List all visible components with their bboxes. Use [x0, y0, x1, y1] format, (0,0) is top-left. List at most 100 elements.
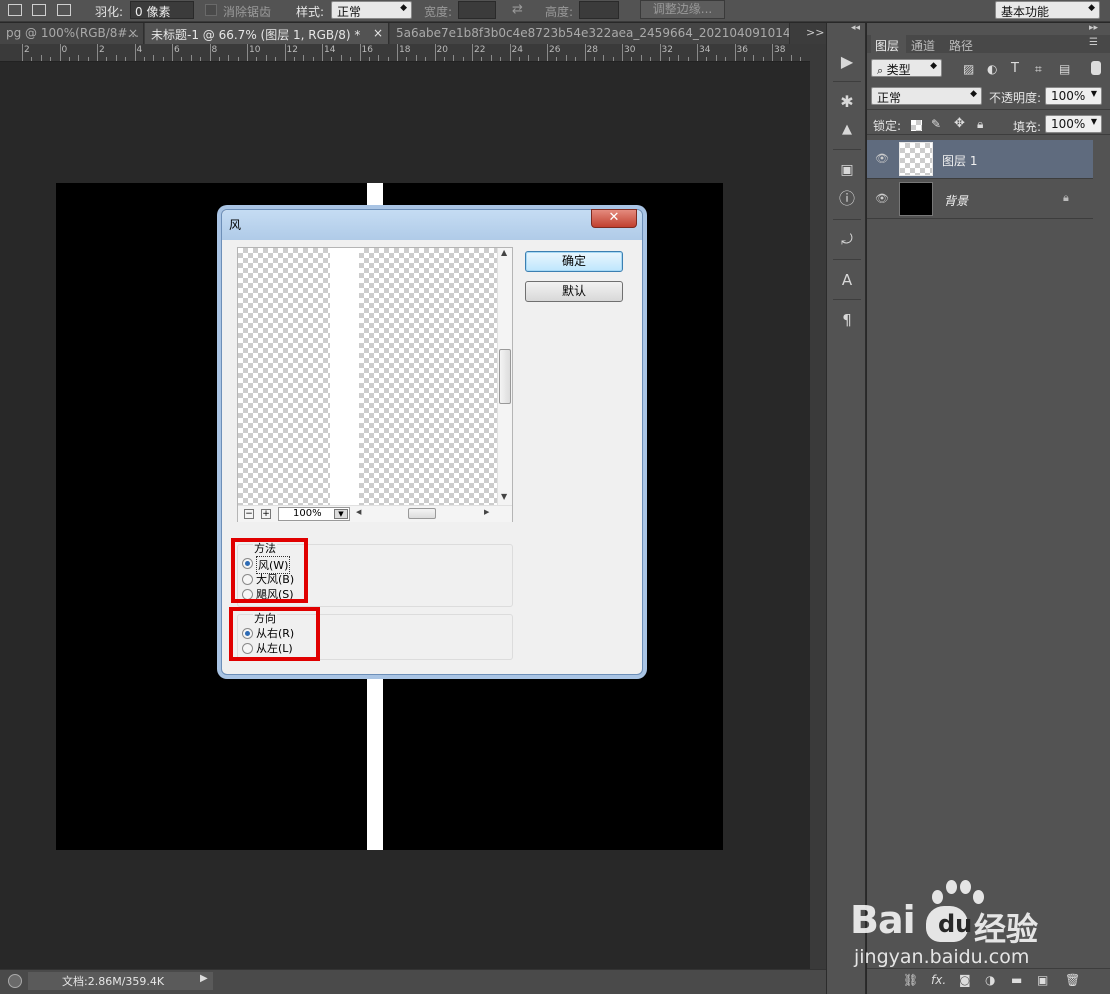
- play-actions-icon[interactable]: ▶: [835, 51, 859, 73]
- ruler-tick: [247, 44, 248, 61]
- ruler-tick: [734, 44, 736, 61]
- ruler-tick: [415, 55, 417, 61]
- status-share-icon[interactable]: [8, 974, 22, 988]
- width-input[interactable]: [458, 1, 496, 19]
- ruler-tick: [528, 55, 530, 61]
- ruler-tick: [715, 55, 717, 61]
- layer-row-layer1[interactable]: 👁︎ 图层 1: [867, 140, 1093, 179]
- new-group-icon[interactable]: ▬: [1011, 973, 1022, 987]
- info-circle-icon[interactable]: ⓘ: [835, 188, 859, 210]
- default-button[interactable]: 默认: [525, 281, 623, 302]
- tab-paths[interactable]: 路径: [949, 37, 973, 54]
- selection-mode-subtract-icon[interactable]: [57, 4, 71, 16]
- filter-toggle-icon[interactable]: [1091, 61, 1101, 75]
- tab-document-1[interactable]: pg @ 100%(RGB/8#... ×: [0, 23, 144, 44]
- paragraph-panel-icon[interactable]: ¶: [835, 309, 859, 331]
- ruler-tick: [593, 57, 595, 61]
- panel-menu-icon[interactable]: ☰: [1089, 37, 1098, 48]
- ruler-tick: [565, 55, 567, 61]
- histogram-icon[interactable]: ▲: [835, 119, 859, 141]
- dialog-titlebar[interactable]: 风 ✕: [222, 209, 642, 240]
- fill-input[interactable]: 100% ▼: [1045, 115, 1102, 133]
- link-layers-icon[interactable]: ⛓︎: [903, 973, 918, 987]
- ruler-label: 38: [774, 45, 786, 55]
- visibility-eye-icon[interactable]: 👁︎: [875, 192, 889, 205]
- info-panel-icon[interactable]: ▣: [835, 159, 859, 181]
- tabs-overflow-icon[interactable]: >>: [806, 26, 824, 39]
- canvas-vertical-scrollbar[interactable]: [810, 44, 826, 969]
- filter-adjustment-icon[interactable]: ◐: [987, 62, 997, 76]
- layer-filter-select[interactable]: ⌕ 类型 ◆: [871, 59, 942, 77]
- tab-layers[interactable]: 图层: [875, 37, 899, 54]
- lock-position-icon[interactable]: ✥: [954, 116, 965, 131]
- layer-name[interactable]: 图层 1: [942, 152, 977, 169]
- zoom-dropdown-icon[interactable]: ▼: [334, 509, 348, 519]
- tab-document-3[interactable]: 5a6abe7e1b8f3b0c4e8723b54e322aea_2459664…: [390, 23, 790, 44]
- lock-all-icon[interactable]: 🔒︎: [977, 117, 983, 132]
- vertical-scroll-thumb[interactable]: [499, 349, 511, 404]
- ruler-tick: [772, 44, 773, 61]
- lock-paint-icon[interactable]: ✎: [931, 117, 941, 131]
- antialias-checkbox[interactable]: [205, 4, 217, 16]
- ruler-tick: [200, 57, 202, 61]
- scroll-left-icon[interactable]: ◀: [356, 508, 361, 516]
- swap-icon[interactable]: ⇄: [512, 2, 523, 17]
- opacity-input[interactable]: 100% ▼: [1045, 87, 1102, 105]
- panel-collapse-arrows-icon[interactable]: ▸▸: [1089, 23, 1098, 33]
- zoom-in-button[interactable]: +: [261, 509, 271, 519]
- selection-mode-new-icon[interactable]: [8, 4, 22, 16]
- filter-image-icon[interactable]: ▨: [963, 62, 974, 76]
- tab-close-icon[interactable]: ×: [373, 26, 383, 40]
- dialog-close-button[interactable]: ✕: [591, 209, 637, 228]
- layer-thumbnail: [899, 182, 933, 216]
- history-icon[interactable]: ⤾: [835, 229, 859, 251]
- horizontal-scroll-thumb[interactable]: [408, 508, 436, 519]
- zoom-level-field[interactable]: 100% ▼: [278, 507, 350, 521]
- filter-smart-object-icon[interactable]: ▤: [1059, 62, 1070, 76]
- refine-edge-button[interactable]: 调整边缘...: [640, 0, 725, 19]
- scroll-up-icon[interactable]: ▲: [501, 248, 507, 257]
- tab-channels[interactable]: 通道: [911, 37, 935, 54]
- tab-document-2[interactable]: 未标题-1 @ 66.7% (图层 1, RGB/8) * ×: [145, 23, 389, 44]
- ruler-tick: [22, 44, 23, 61]
- ruler-tick: [68, 57, 70, 61]
- style-select[interactable]: 正常 ◆: [331, 1, 412, 19]
- ruler-tick: [443, 57, 445, 61]
- delete-layer-icon[interactable]: 🗑︎: [1065, 973, 1080, 987]
- ruler-label: 6: [174, 45, 180, 55]
- feather-input[interactable]: 0 像素: [130, 1, 194, 19]
- layer-name[interactable]: 背景: [944, 192, 968, 209]
- scroll-right-icon[interactable]: ▶: [484, 508, 489, 516]
- ruler-tick: [115, 55, 117, 61]
- collapse-arrows-icon[interactable]: ◂◂: [851, 23, 860, 33]
- preview-vertical-scrollbar[interactable]: ▲ ▼: [497, 248, 512, 505]
- lock-transparent-icon[interactable]: [911, 120, 922, 131]
- layer-row-background[interactable]: 👁︎ 背景 🔒︎: [867, 180, 1093, 219]
- ruler-tick: [275, 57, 277, 61]
- filter-shape-icon[interactable]: ⌗: [1035, 62, 1042, 77]
- ruler-label: 24: [511, 45, 523, 55]
- workspace-select[interactable]: 基本功能 ◆: [995, 1, 1100, 19]
- scroll-down-icon[interactable]: ▼: [501, 492, 507, 501]
- adjustment-layer-icon[interactable]: ◑: [985, 973, 995, 987]
- blend-mode-select[interactable]: 正常 ◆: [871, 87, 982, 105]
- selection-mode-add-icon[interactable]: [32, 4, 46, 16]
- status-menu-arrow-icon[interactable]: ▶: [200, 973, 208, 984]
- visibility-eye-icon[interactable]: 👁︎: [875, 152, 889, 165]
- tab-label: 5a6abe7e1b8f3b0c4e8723b54e322aea_2459664…: [396, 26, 790, 40]
- collapsed-panels-strip: ◂◂ ▶ ✱ ▲ ▣ ⓘ ⤾ A ¶: [826, 23, 866, 994]
- height-input[interactable]: [579, 1, 619, 19]
- color-wheel-icon[interactable]: ✱: [835, 91, 859, 113]
- add-mask-icon[interactable]: ◙: [959, 973, 971, 987]
- wind-filter-dialog: 风 ✕ ▲ ▼ − + 100% ▼ ◀ ▶ 确定 默认 方法 风(W) 大风(…: [221, 209, 643, 675]
- character-panel-icon[interactable]: A: [835, 269, 859, 291]
- ok-button[interactable]: 确定: [525, 251, 623, 272]
- zoom-out-button[interactable]: −: [244, 509, 254, 519]
- ruler-tick: [697, 44, 698, 61]
- new-layer-icon[interactable]: ▣: [1037, 973, 1048, 987]
- layer-style-fx-icon[interactable]: fx.: [931, 973, 946, 987]
- ruler-tick: [125, 57, 127, 61]
- preview-area[interactable]: ▲ ▼ − + 100% ▼ ◀ ▶: [237, 247, 513, 522]
- tab-close-icon[interactable]: ×: [128, 26, 138, 40]
- filter-type-icon[interactable]: T: [1011, 61, 1019, 76]
